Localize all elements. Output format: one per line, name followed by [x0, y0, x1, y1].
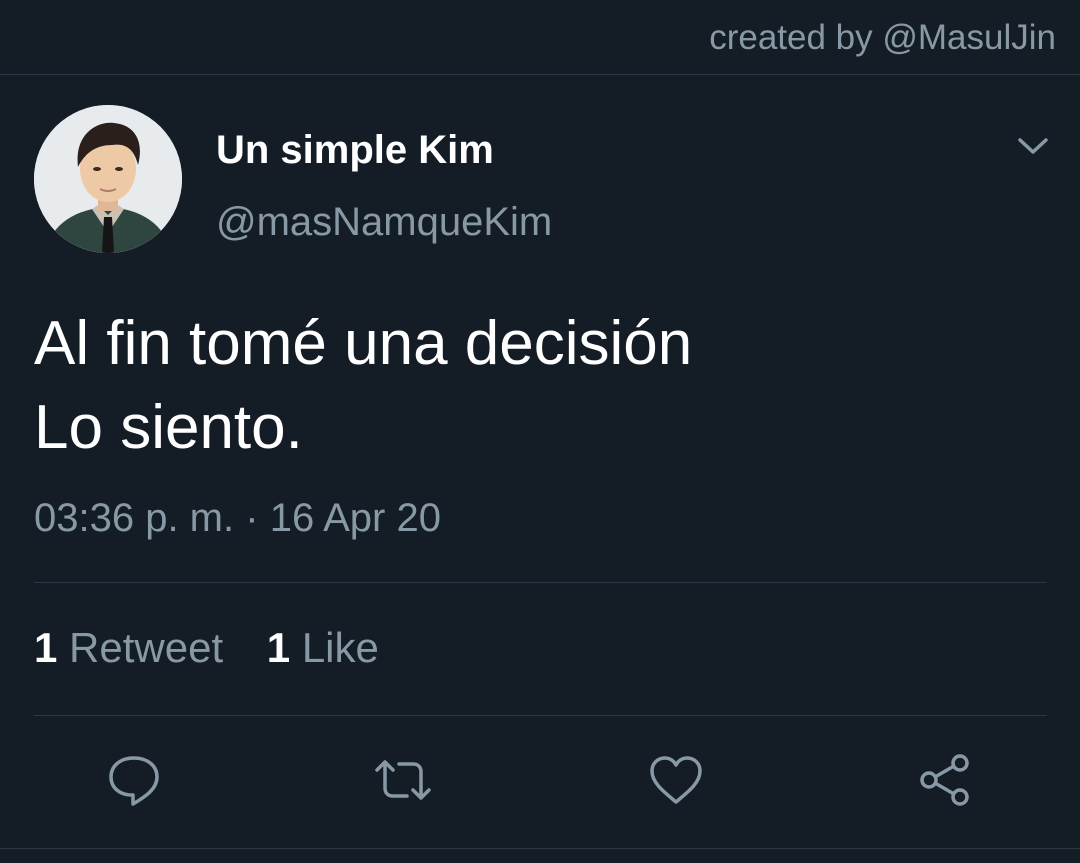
heart-icon — [650, 756, 702, 804]
credit-bar: created by @MasulJin — [0, 0, 1080, 75]
share-button[interactable] — [915, 750, 975, 810]
retweet-stat[interactable]: 1 Retweet — [34, 624, 235, 671]
chevron-down-icon[interactable] — [1016, 132, 1050, 160]
share-icon — [920, 754, 969, 806]
tweet-date: 16 Apr 20 — [269, 496, 441, 540]
avatar-image — [34, 105, 182, 253]
reply-icon — [109, 756, 159, 806]
like-stat[interactable]: 1 Like — [267, 624, 379, 671]
divider — [0, 848, 1080, 849]
retweet-count: 1 — [34, 624, 58, 671]
credit-text: created by @MasulJin — [709, 18, 1056, 57]
divider — [34, 715, 1047, 716]
tweet-timestamp[interactable]: 03:36 p. m. · 16 Apr 20 — [34, 496, 441, 541]
retweet-label: Retweet — [69, 624, 224, 671]
avatar[interactable] — [34, 105, 182, 253]
tweet-text: Al fin tomé una decisión Lo siento. — [34, 302, 1044, 470]
retweet-button[interactable] — [373, 750, 433, 810]
retweet-icon — [375, 760, 431, 800]
user-handle[interactable]: @masNamqueKim — [216, 200, 552, 245]
tweet-time: 03:36 p. m. — [34, 496, 235, 540]
divider — [34, 582, 1047, 583]
reply-button[interactable] — [104, 750, 164, 810]
tweet-text-line: Al fin tomé una decisión — [34, 309, 693, 378]
meta-separator: · — [245, 496, 259, 540]
tweet-text-line: Lo siento. — [34, 393, 303, 462]
like-count: 1 — [266, 624, 291, 671]
like-button[interactable] — [646, 750, 706, 810]
display-name[interactable]: Un simple Kim — [216, 128, 494, 173]
like-label: Like — [301, 624, 379, 671]
tweet-stats: 1 Retweet 1 Like — [34, 624, 411, 672]
